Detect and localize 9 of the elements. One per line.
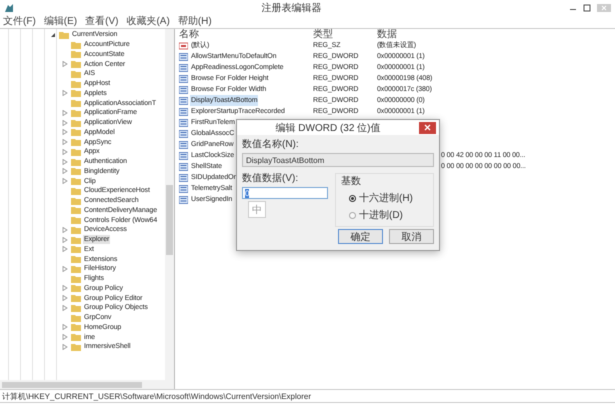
radio-label: 十进制(D) xyxy=(359,208,403,222)
ime-indicator: 中 xyxy=(248,201,266,218)
window-title: 注册表编辑器 xyxy=(260,2,322,15)
status-bar-path: 计算机\HKEY_CURRENT_USER\Software\Microsoft\Windows\CurrentVersion\Explorer xyxy=(2,390,311,402)
field-label: 数值数据(V): xyxy=(242,173,300,185)
field-label: 数值名称(N): xyxy=(242,139,300,151)
radio-label: 十六进制(H) xyxy=(359,192,413,205)
group-label: 基数 xyxy=(341,176,362,188)
dialog-title: 编辑 DWORD (32 位)值 xyxy=(274,122,382,134)
